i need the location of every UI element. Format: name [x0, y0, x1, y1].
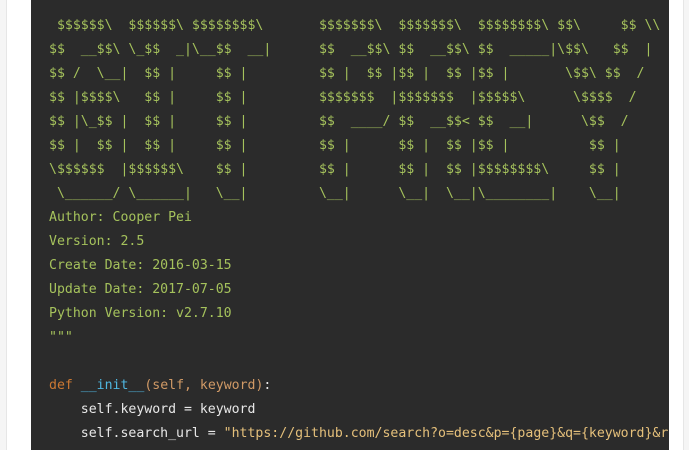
ascii-art-line: \______/ \______| \__| \__| \__| \__|\__… [49, 186, 621, 201]
assign-keyword-line: self.keyword = keyword [49, 402, 256, 417]
ascii-art-line: $$ |$$$$\ $$ | $$ | $$$$$$$ |$$$$$$$ |$$… [49, 90, 637, 105]
python-version-line: Python Version: v2.7.10 [49, 306, 232, 321]
function-params: (self, keyword) [144, 378, 264, 393]
def-keyword: def [49, 378, 73, 393]
assign-search-url-prefix: self.search_url = [49, 426, 224, 441]
ascii-art-line: $$$$$$\ $$$$$$\ $$$$$$$$\ $$$$$$$\ $$$$$… [49, 18, 661, 33]
def-colon: : [263, 378, 272, 393]
author-line: Author: Cooper Pei [49, 210, 192, 225]
assign-search-url-line: self.search_url = "https://github.com/se… [49, 422, 669, 446]
function-name: __init__ [80, 378, 145, 393]
docstring-open: """ [49, 0, 73, 9]
version-line: Version: 2.5 [49, 234, 145, 249]
ascii-art-line: $$ | $$ | $$ | $$ | $$ | $$ | $$ |$$ | $… [49, 138, 621, 153]
create-date-line: Create Date: 2016-03-15 [49, 258, 232, 273]
ascii-art-line: \$$$$$$ |$$$$$$\ $$ | $$ | $$ | $$ |$$$$… [49, 162, 621, 177]
def-line: def __init__(self, keyword): [49, 374, 669, 398]
ascii-art-line: $$ / \__| $$ | $$ | $$ | $$ |$$ | $$ |$$… [49, 66, 645, 81]
ascii-art-line: $$ __$$\ \_$$ _|\__$$ __| $$ __$$\ $$ __… [49, 42, 653, 57]
code-content: """ $$$$$$\ $$$$$$\ $$$$$$$$\ $$$$$$$\ $… [49, 0, 669, 446]
docstring-close: """ [49, 330, 73, 345]
ascii-art-line: $$ |\_$$ | $$ | $$ | $$ ____/ $$ __$$< $… [49, 114, 629, 129]
code-block: """ $$$$$$\ $$$$$$\ $$$$$$$$\ $$$$$$$\ $… [31, 0, 669, 450]
search-url-string: "https://github.com/search?o=desc&p={pag… [223, 426, 669, 441]
page-frame: """ $$$$$$\ $$$$$$\ $$$$$$$$\ $$$$$$$\ $… [6, 0, 684, 450]
update-date-line: Update Date: 2017-07-05 [49, 282, 232, 297]
